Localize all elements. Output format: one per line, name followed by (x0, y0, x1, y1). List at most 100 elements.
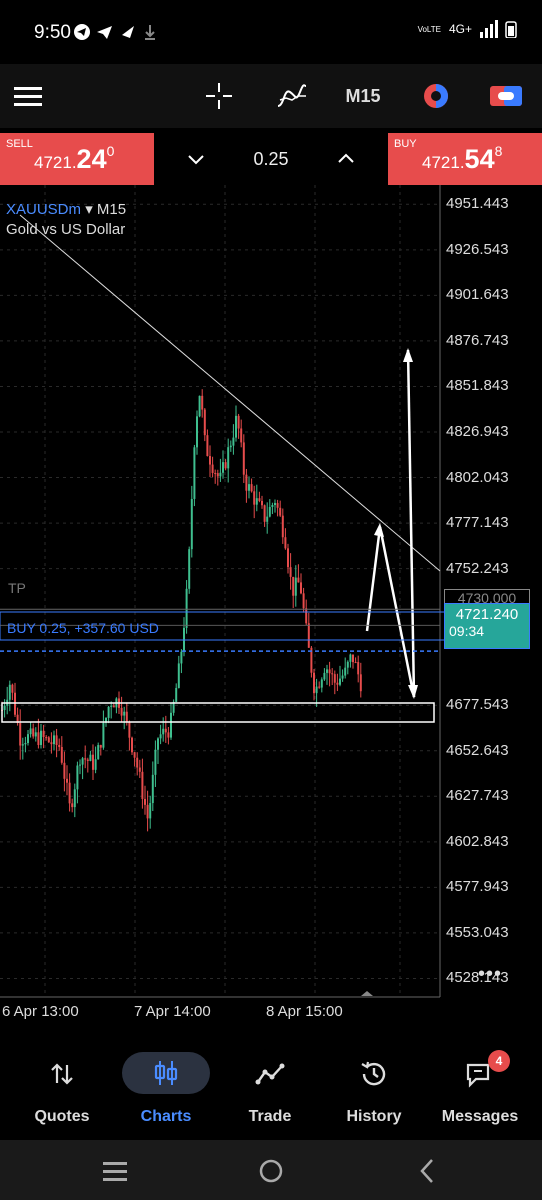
messages-badge: 4 (488, 1050, 510, 1072)
candle (354, 657, 357, 664)
sell-label: SELL (6, 138, 33, 150)
candle-body (266, 516, 269, 522)
candle (214, 469, 217, 484)
candle-body (307, 623, 310, 648)
sell-button[interactable]: SELL 4721.240 (0, 133, 154, 185)
candle-body (141, 771, 144, 799)
nav-history-label: History (346, 1108, 402, 1125)
candle-body (47, 737, 50, 743)
candle (81, 756, 84, 780)
candle-body (11, 684, 14, 693)
nav-messages[interactable]: 4 Messages (428, 1048, 532, 1134)
candle (349, 653, 352, 668)
candle (177, 655, 180, 689)
candle (146, 790, 149, 832)
timeframe-button[interactable]: M15 (338, 78, 388, 114)
candle (328, 661, 331, 687)
recents-icon[interactable] (103, 1162, 127, 1181)
candle-body (112, 705, 115, 708)
candle (162, 717, 165, 742)
candle-body (320, 679, 323, 688)
one-click-trading-button[interactable] (488, 78, 524, 114)
candle (8, 680, 11, 712)
candle (14, 682, 16, 718)
candle-body (206, 435, 209, 457)
candle (86, 757, 89, 773)
price-tick-label: 4951.443 (446, 195, 509, 213)
current-price: 4721.240 (455, 606, 519, 623)
candle-body (157, 738, 159, 750)
nav-quotes[interactable]: Quotes (10, 1048, 114, 1134)
candle-body (151, 774, 154, 804)
buy-price-big: 54 (464, 144, 495, 174)
chart-type-button[interactable] (418, 78, 454, 114)
candle (94, 746, 97, 774)
menu-button[interactable] (10, 78, 46, 114)
candle (268, 499, 271, 518)
candle-body (154, 749, 157, 775)
candle-body (164, 728, 167, 733)
home-icon[interactable] (259, 1159, 283, 1183)
crosshair-button[interactable] (200, 78, 238, 114)
candle-body (138, 767, 141, 772)
candle (40, 723, 42, 749)
candle-body (170, 712, 172, 738)
chevron-up-icon[interactable] (336, 151, 356, 165)
indicators-button[interactable] (272, 78, 312, 114)
candle-body (79, 764, 81, 766)
candle (346, 660, 349, 675)
candle-body (245, 474, 248, 491)
price-tick-label: 4627.743 (446, 787, 509, 805)
candle-body (24, 742, 27, 745)
volte-label: VoLTE (417, 24, 441, 34)
back-icon[interactable] (420, 1159, 433, 1183)
candle-body (136, 757, 139, 768)
candle-body (125, 711, 128, 722)
candle (193, 444, 196, 507)
candle-body (349, 654, 352, 662)
candle (307, 612, 310, 648)
candle-body (276, 503, 279, 508)
candle-body (300, 582, 302, 594)
candle-body (193, 447, 196, 499)
candle-body (53, 735, 55, 745)
candles (1, 389, 362, 832)
nav-trade[interactable]: Trade (218, 1048, 322, 1134)
candle (55, 728, 58, 758)
sell-price-big: 24 (76, 144, 107, 174)
more-options-icon[interactable]: ••• (478, 963, 502, 986)
chart-toolbar: M15 (0, 64, 542, 128)
candle (131, 736, 133, 755)
candle (138, 759, 141, 778)
candle (29, 721, 32, 738)
nav-charts[interactable]: Charts (114, 1048, 218, 1134)
price-tick-label: 4926.543 (446, 240, 509, 258)
candle (16, 707, 19, 726)
candle-body (271, 504, 274, 507)
candle-body (248, 484, 250, 491)
candle-body (326, 669, 328, 673)
candle-body (216, 473, 219, 477)
candle-body (76, 765, 79, 790)
buy-button[interactable]: BUY 4721.548 (388, 133, 542, 185)
candle-body (344, 667, 347, 676)
candle-body (19, 723, 22, 746)
candle (326, 664, 328, 685)
candle (229, 440, 232, 452)
candle (84, 745, 87, 769)
nav-quotes-label: Quotes (34, 1108, 90, 1125)
price-tick-label: 4652.643 (446, 741, 509, 759)
candle (24, 736, 27, 753)
candle (289, 553, 292, 590)
symbol-name[interactable]: XAUUSDm (6, 201, 81, 218)
candle (235, 405, 237, 442)
nav-history[interactable]: History (322, 1048, 426, 1134)
chart-area[interactable]: XAUUSDm ▾ M15 Gold vs US Dollar 4951.443… (0, 185, 542, 1035)
symbol-header[interactable]: XAUUSDm ▾ M15 (6, 200, 126, 218)
candle-body (346, 661, 349, 668)
notification-icons (72, 22, 172, 42)
candle (359, 662, 362, 698)
position-label[interactable]: BUY 0.25, +357.60 USD (7, 620, 159, 636)
candle (232, 424, 235, 455)
candle (34, 727, 37, 742)
